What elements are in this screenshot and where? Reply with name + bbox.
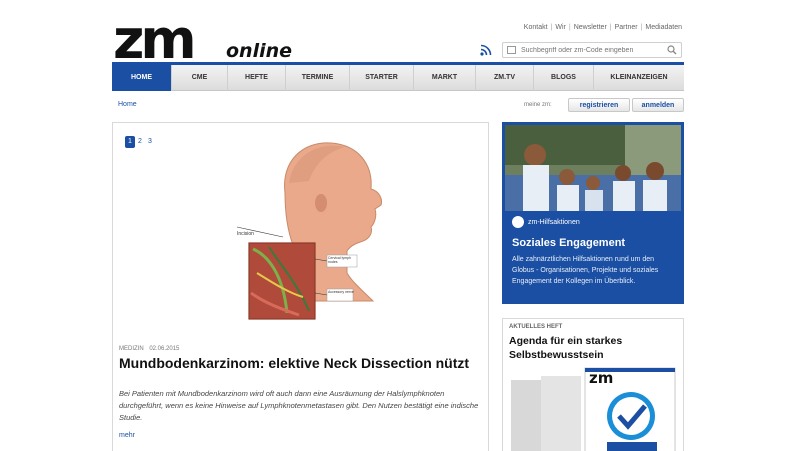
article-date: 02.06.2015 [149, 346, 180, 352]
article-category[interactable]: MEDIZIN [119, 346, 144, 352]
neck-dissection-illustration[interactable] [223, 133, 393, 325]
logo-zm: zm [113, 8, 197, 71]
children-photo [505, 125, 681, 211]
hilfsaktionen-promo[interactable]: zm-Hilfsaktionen Soziales Engagement All… [502, 122, 684, 304]
logo-online: online [226, 40, 293, 62]
slide-pager: 123 [125, 136, 155, 148]
more-link[interactable]: mehr [119, 432, 135, 439]
nav-markt[interactable]: MARKT [414, 65, 476, 91]
article-headline[interactable]: Mundbodenkarzinom: elektive Neck Dissect… [119, 355, 479, 371]
toplink-partner[interactable]: Partner [615, 24, 638, 31]
pager-1[interactable]: 1 [125, 136, 135, 148]
pager-3[interactable]: 3 [145, 136, 155, 148]
search-input[interactable] [521, 44, 661, 56]
main-navigation: HOME CME HEFTE TERMINE STARTER MARKT ZM.… [112, 62, 684, 91]
search-box[interactable] [502, 42, 682, 58]
top-links: Kontakt | Wir | Newsletter | Partner | Mediadate… [523, 24, 682, 31]
toplink-mediadaten[interactable]: Mediadaten [645, 24, 682, 31]
article-meta: MEDIZIN 02.06.2015 [119, 346, 179, 352]
nav-cme[interactable]: CME [172, 65, 228, 91]
promo-brand: zm-Hilfsaktionen [528, 219, 580, 226]
nav-zmtv[interactable]: ZM.TV [476, 65, 534, 91]
promo-description: Alle zahnärztlichen Hilfsaktionen rund u… [512, 256, 659, 285]
zm-code-icon [507, 46, 516, 54]
nav-starter[interactable]: STARTER [350, 65, 414, 91]
mein-zm-label: meine zm: [524, 102, 552, 108]
breadcrumb-home[interactable]: Home [118, 101, 137, 108]
nav-blogs[interactable]: BLOGS [534, 65, 594, 91]
breadcrumb-row: Home meine zm: registrieren anmelden [112, 97, 684, 113]
nav-kleinanzeigen[interactable]: KLEINANZEIGEN [594, 65, 684, 91]
label-accessory-nerve: Accessory nerve [328, 290, 354, 294]
nav-hefte[interactable]: HEFTE [228, 65, 286, 91]
hilfsaktionen-logo-icon [512, 216, 524, 228]
cover-zm-logo: zm [589, 369, 614, 387]
toplink-wir[interactable]: Wir [555, 24, 566, 31]
rss-icon[interactable] [480, 44, 492, 56]
nav-termine[interactable]: TERMINE [286, 65, 350, 91]
register-button[interactable]: registrieren [568, 98, 630, 112]
toplink-newsletter[interactable]: Newsletter [574, 24, 607, 31]
promo-title[interactable]: Soziales Engagement [512, 237, 625, 249]
nav-home[interactable]: HOME [112, 65, 172, 91]
current-issue-title[interactable]: Agenda für ein starkes Selbstbewusstsein [509, 334, 679, 362]
featured-article: 123 Incision Cervical lymph nodes Access… [112, 122, 489, 451]
article-teaser: Bei Patienten mit Mundbodenkarzinom wird… [119, 389, 479, 422]
search-icon[interactable] [667, 45, 677, 55]
current-issue-box[interactable]: AKTUELLES HEFT Agenda für ein starkes Se… [502, 318, 684, 451]
login-button[interactable]: anmelden [632, 98, 684, 112]
pager-2[interactable]: 2 [135, 136, 145, 148]
label-lymph-nodes: Cervical lymph nodes [328, 256, 351, 264]
toplink-kontakt[interactable]: Kontakt [524, 24, 548, 31]
current-issue-label: AKTUELLES HEFT [509, 324, 563, 330]
label-incision: Incision [237, 231, 254, 237]
